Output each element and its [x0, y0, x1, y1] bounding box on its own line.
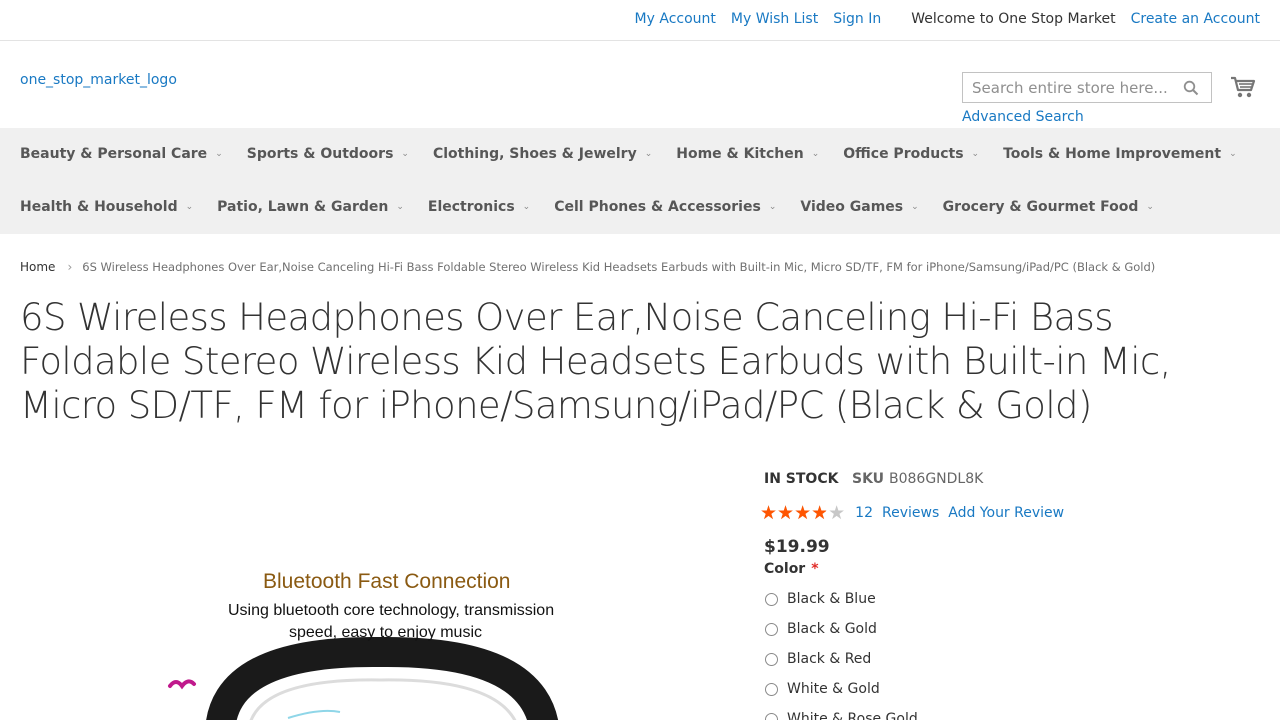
- nav-item-video-games[interactable]: Video Games ⌄: [800, 199, 918, 215]
- nav-item-electronics[interactable]: Electronics ⌄: [428, 199, 530, 215]
- nav-item-beauty[interactable]: Beauty & Personal Care ⌄: [20, 146, 223, 162]
- sign-in-link[interactable]: Sign In: [833, 11, 881, 27]
- radio-button[interactable]: [765, 622, 778, 636]
- review-count-link[interactable]: 12: [855, 505, 873, 521]
- color-label-text: Color: [764, 561, 806, 577]
- logo-alt-text: one_stop_market_logo: [20, 72, 177, 88]
- image-subtext-line2: speed, easy to enjoy music: [289, 624, 482, 641]
- color-option[interactable]: Black & Blue: [764, 584, 918, 614]
- nav-item-office[interactable]: Office Products ⌄: [843, 146, 979, 162]
- search-input[interactable]: [963, 73, 1173, 102]
- color-option-label: White & Gold: [787, 681, 880, 697]
- color-option[interactable]: Black & Gold: [764, 614, 918, 644]
- chevron-down-icon: ⌄: [971, 149, 980, 159]
- radio-button[interactable]: [765, 682, 778, 696]
- sku-label-text: SKU: [852, 471, 885, 487]
- store-logo[interactable]: one_stop_market_logo: [20, 72, 177, 88]
- chevron-down-icon: ⌄: [215, 149, 223, 159]
- nav-item-label: Office Products: [843, 146, 964, 162]
- chevron-down-icon: ⌄: [1146, 202, 1154, 212]
- radio-button[interactable]: [765, 592, 778, 606]
- chevron-down-icon: ⌄: [768, 202, 777, 212]
- nav-item-sports[interactable]: Sports & Outdoors ⌄: [247, 146, 409, 162]
- create-account-link[interactable]: Create an Account: [1131, 11, 1260, 27]
- nav-item-label: Sports & Outdoors: [246, 146, 394, 162]
- sku-label: SKU: [852, 471, 884, 487]
- my-account-link[interactable]: My Account: [635, 11, 716, 27]
- page-title: 6S Wireless Headphones Over Ear,Noise Ca…: [20, 296, 1171, 427]
- color-option-label: Black & Blue: [787, 591, 876, 607]
- search-icon[interactable]: [1183, 80, 1199, 96]
- chevron-down-icon: ⌄: [396, 202, 404, 212]
- nav-item-tools[interactable]: Tools & Home Improvement ⌄: [1003, 146, 1237, 162]
- color-option[interactable]: Black & Red: [764, 644, 918, 674]
- nav-item-label: Video Games: [800, 199, 904, 215]
- color-options: Black & Blue Black & Gold Black & Red Wh…: [764, 584, 918, 720]
- nav-item-grocery[interactable]: Grocery & Gourmet Food ⌄: [943, 199, 1154, 215]
- radio-button[interactable]: [765, 712, 778, 720]
- nav-item-label: Home & Kitchen: [676, 146, 804, 162]
- sku-value: B086GNDL8K: [889, 471, 984, 487]
- breadcrumb-current: 6S Wireless Headphones Over Ear,Noise Ca…: [82, 260, 1156, 274]
- nav-item-label: Clothing, Shoes & Jewelry: [432, 146, 637, 162]
- advanced-search-link[interactable]: Advanced Search: [962, 109, 1084, 125]
- nav-item-label: Health & Household: [20, 199, 178, 215]
- color-option[interactable]: White & Gold: [764, 674, 918, 704]
- cart-icon[interactable]: [1230, 75, 1256, 99]
- product-image-gallery[interactable]: Bluetooth Fast Connection Using bluetoot…: [20, 450, 740, 720]
- nav-item-label: Grocery & Gourmet Food: [942, 199, 1139, 215]
- search-box: [962, 72, 1212, 103]
- top-panel: My Account My Wish List Sign In Welcome …: [0, 0, 1280, 41]
- color-option-label: White & Rose Gold: [787, 711, 918, 720]
- wish-list-link[interactable]: My Wish List: [731, 11, 818, 27]
- reviews-link[interactable]: Reviews: [882, 505, 939, 521]
- image-subtext-line1: Using bluetooth core technology, transmi…: [228, 602, 555, 619]
- breadcrumb-home-link[interactable]: Home: [20, 260, 55, 274]
- top-links: My Account My Wish List Sign In Welcome …: [620, 11, 1260, 27]
- rating-summary: ★★★★★ ★★★★★ 12 Reviews Add Your Review: [760, 503, 1064, 523]
- chevron-right-icon: ›: [67, 260, 73, 274]
- nav-item-label: Tools & Home Improvement: [1003, 146, 1222, 162]
- chevron-down-icon: ⌄: [401, 149, 409, 159]
- radio-button[interactable]: [765, 652, 778, 666]
- nav-item-clothing[interactable]: Clothing, Shoes & Jewelry ⌄: [433, 146, 652, 162]
- breadcrumb: Home › 6S Wireless Headphones Over Ear,N…: [20, 260, 1155, 274]
- color-option-label: Black & Gold: [787, 621, 877, 637]
- nav-item-patio[interactable]: Patio, Lawn & Garden ⌄: [217, 199, 404, 215]
- required-mark: *: [811, 561, 819, 577]
- review-links: 12 Reviews Add Your Review: [855, 505, 1064, 521]
- color-option[interactable]: White & Rose Gold: [764, 704, 918, 720]
- nav-item-label: Beauty & Personal Care: [20, 146, 208, 162]
- chevron-down-icon: ⌄: [644, 149, 653, 159]
- chevron-down-icon: ⌄: [185, 202, 194, 212]
- image-headline: Bluetooth Fast Connection: [263, 570, 511, 593]
- nav-row-2: Health & Household ⌄ Patio, Lawn & Garden…: [20, 199, 1178, 215]
- chevron-down-icon: ⌄: [811, 149, 820, 159]
- chevron-down-icon: ⌄: [911, 202, 919, 212]
- chevron-down-icon: ⌄: [522, 202, 531, 212]
- welcome-message: Welcome to One Stop Market: [911, 11, 1116, 27]
- add-review-link[interactable]: Add Your Review: [948, 505, 1064, 521]
- nav-item-label: Electronics: [427, 199, 515, 215]
- color-option-label: Black & Red: [787, 651, 872, 667]
- nav-item-home-kitchen[interactable]: Home & Kitchen ⌄: [676, 146, 819, 162]
- rating-stars: ★★★★★ ★★★★★: [760, 503, 845, 523]
- nav-item-cell-phones[interactable]: Cell Phones & Accessories ⌄: [554, 199, 776, 215]
- category-nav: Beauty & Personal Care ⌄ Sports & Outdoor…: [0, 128, 1280, 234]
- nav-row-1: Beauty & Personal Care ⌄ Sports & Outdoor…: [20, 146, 1261, 162]
- product-price: $19.99: [764, 537, 830, 557]
- nav-item-label: Patio, Lawn & Garden: [217, 199, 389, 215]
- nav-item-label: Cell Phones & Accessories: [554, 199, 761, 215]
- chevron-down-icon: ⌄: [1229, 149, 1237, 159]
- star-fill-icons: ★★★★★: [760, 503, 827, 523]
- stock-status: IN STOCK: [764, 471, 839, 487]
- color-label: Color *: [764, 561, 819, 577]
- nav-item-health[interactable]: Health & Household ⌄: [20, 199, 193, 215]
